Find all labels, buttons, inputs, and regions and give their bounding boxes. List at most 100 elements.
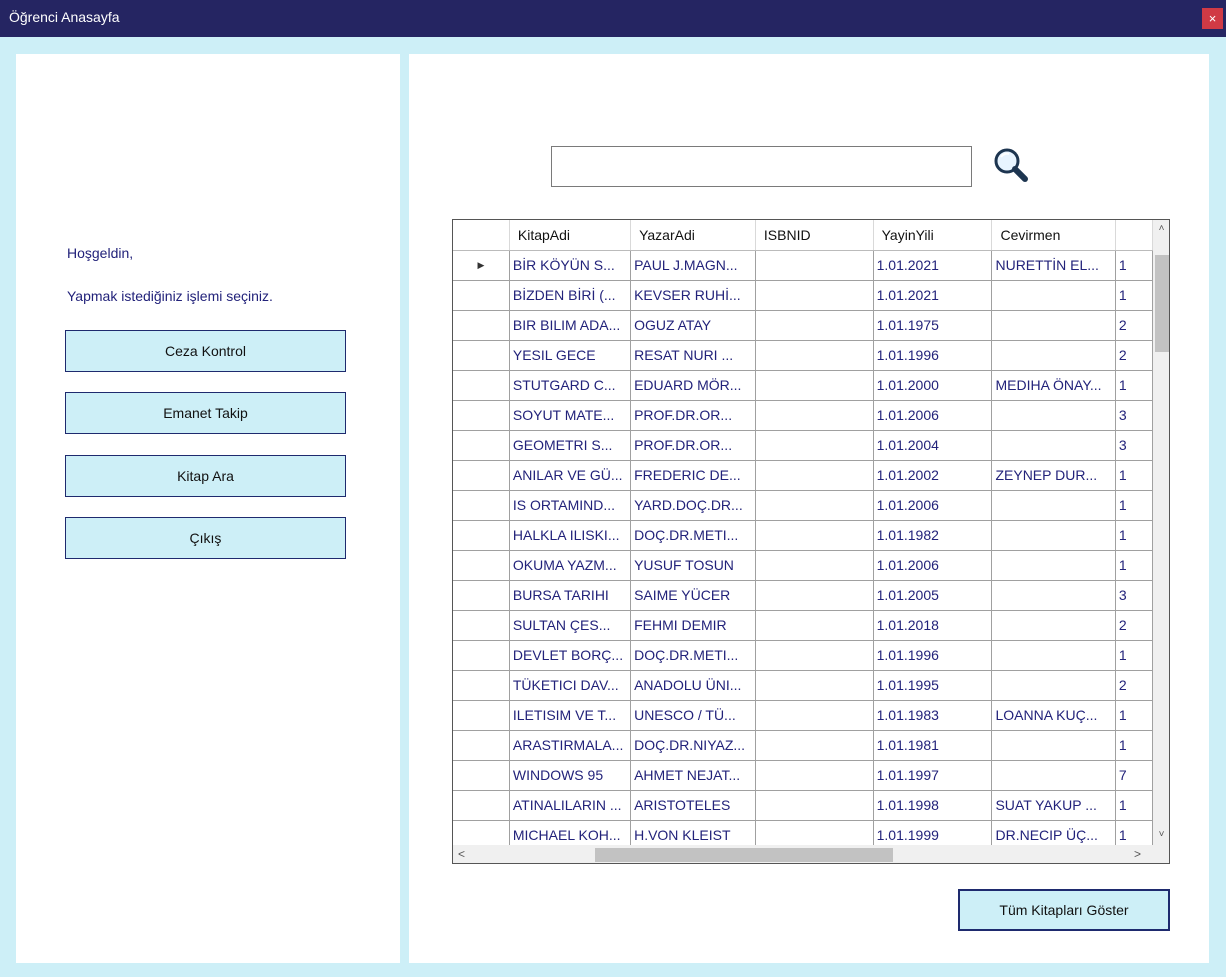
table-row[interactable]: BİZDEN BİRİ (... KEVSER RUHİ... 1.01.2021 1: [453, 280, 1153, 311]
books-grid[interactable]: KitapAdi YazarAdi ISBNID YayinYili Cevir…: [452, 219, 1170, 864]
table-cell[interactable]: DR.NECIP ÜÇ...: [991, 820, 1116, 845]
table-cell[interactable]: [755, 520, 874, 551]
table-row[interactable]: ATINALILARIN ... ARISTOTELES 1.01.1998 SUAT…: [453, 790, 1153, 821]
table-cell[interactable]: GEOMETRI S...: [509, 430, 632, 461]
table-cell[interactable]: [991, 580, 1116, 611]
table-cell[interactable]: 1.01.2002: [873, 460, 993, 491]
table-cell[interactable]: [991, 610, 1116, 641]
table-cell[interactable]: STUTGARD C...: [509, 370, 632, 401]
table-cell[interactable]: OGUZ ATAY: [630, 310, 756, 341]
table-cell[interactable]: UNESCO / TÜ...: [630, 700, 756, 731]
table-cell[interactable]: 1.01.2021: [873, 250, 993, 281]
table-cell[interactable]: [991, 310, 1116, 341]
row-header[interactable]: [453, 340, 510, 371]
row-header[interactable]: ▶: [453, 250, 510, 281]
table-cell[interactable]: [755, 340, 874, 371]
table-row[interactable]: SOYUT MATE... PROF.DR.OR... 1.01.2006 3: [453, 400, 1153, 431]
table-cell[interactable]: [755, 250, 874, 281]
table-cell[interactable]: 1: [1115, 790, 1153, 821]
table-cell[interactable]: WINDOWS 95: [509, 760, 632, 791]
table-cell[interactable]: DOÇ.DR.NIYAZ...: [630, 730, 756, 761]
table-cell[interactable]: [755, 640, 874, 671]
table-cell[interactable]: ILETISIM VE T...: [509, 700, 632, 731]
table-cell[interactable]: 1.01.1981: [873, 730, 993, 761]
table-cell[interactable]: 1.01.2006: [873, 490, 993, 521]
table-cell[interactable]: SUAT YAKUP ...: [991, 790, 1116, 821]
table-row[interactable]: WINDOWS 95 AHMET NEJAT... 1.01.1997 7: [453, 760, 1153, 791]
horizontal-scrollbar[interactable]: < >: [453, 845, 1153, 863]
table-cell[interactable]: [755, 550, 874, 581]
row-header[interactable]: [453, 280, 510, 311]
row-header[interactable]: [453, 370, 510, 401]
table-cell[interactable]: [755, 820, 874, 845]
table-row[interactable]: STUTGARD C... EDUARD MÖR... 1.01.2000 MEDIH…: [453, 370, 1153, 401]
table-cell[interactable]: BIR BILIM ADA...: [509, 310, 632, 341]
table-cell[interactable]: 1.01.1996: [873, 640, 993, 671]
row-header[interactable]: [453, 550, 510, 581]
table-cell[interactable]: 2: [1115, 310, 1153, 341]
scroll-right-arrow-icon[interactable]: >: [1129, 845, 1146, 863]
row-header[interactable]: [453, 460, 510, 491]
table-cell[interactable]: 2: [1115, 610, 1153, 641]
table-cell[interactable]: OKUMA YAZM...: [509, 550, 632, 581]
table-cell[interactable]: 1.01.2018: [873, 610, 993, 641]
table-cell[interactable]: [991, 550, 1116, 581]
show-all-books-button[interactable]: Tüm Kitapları Göster: [958, 889, 1170, 931]
table-cell[interactable]: YESIL GECE: [509, 340, 632, 371]
table-cell[interactable]: BİR KÖYÜN S...: [509, 250, 632, 281]
row-header[interactable]: [453, 730, 510, 761]
column-header[interactable]: ISBNID: [755, 220, 874, 251]
table-cell[interactable]: SULTAN ÇES...: [509, 610, 632, 641]
row-header[interactable]: [453, 580, 510, 611]
row-header[interactable]: [453, 610, 510, 641]
column-header[interactable]: YazarAdi: [630, 220, 756, 251]
search-icon[interactable]: [991, 146, 1031, 186]
table-cell[interactable]: 1.01.1983: [873, 700, 993, 731]
close-button[interactable]: ×: [1202, 8, 1223, 29]
table-cell[interactable]: [755, 730, 874, 761]
table-row[interactable]: ILETISIM VE T... UNESCO / TÜ... 1.01.1983 L…: [453, 700, 1153, 731]
table-cell[interactable]: BURSA TARIHI: [509, 580, 632, 611]
table-cell[interactable]: RESAT NURI ...: [630, 340, 756, 371]
table-cell[interactable]: FEHMI DEMIR: [630, 610, 756, 641]
vertical-scrollbar[interactable]: ˄ ˅: [1153, 220, 1169, 845]
table-cell[interactable]: [755, 610, 874, 641]
table-cell[interactable]: 1.01.2006: [873, 400, 993, 431]
table-cell[interactable]: AHMET NEJAT...: [630, 760, 756, 791]
table-cell[interactable]: 1.01.1998: [873, 790, 993, 821]
table-cell[interactable]: [755, 700, 874, 731]
cikis-button[interactable]: Çıkış: [65, 517, 346, 559]
table-cell[interactable]: [755, 370, 874, 401]
row-header[interactable]: [453, 490, 510, 521]
table-cell[interactable]: 1: [1115, 550, 1153, 581]
table-cell[interactable]: MICHAEL KOH...: [509, 820, 632, 845]
table-cell[interactable]: ZEYNEP DUR...: [991, 460, 1116, 491]
table-cell[interactable]: 1: [1115, 700, 1153, 731]
table-cell[interactable]: [755, 400, 874, 431]
table-cell[interactable]: 3: [1115, 430, 1153, 461]
table-cell[interactable]: NURETTİN EL...: [991, 250, 1116, 281]
column-header[interactable]: KitapAdi: [509, 220, 632, 251]
table-cell[interactable]: 2: [1115, 670, 1153, 701]
table-cell[interactable]: DOÇ.DR.METI...: [630, 640, 756, 671]
row-header[interactable]: [453, 670, 510, 701]
table-cell[interactable]: [991, 400, 1116, 431]
table-cell[interactable]: 1: [1115, 370, 1153, 401]
table-cell[interactable]: MEDIHA ÖNAY...: [991, 370, 1116, 401]
table-cell[interactable]: 1.01.2000: [873, 370, 993, 401]
table-row[interactable]: SULTAN ÇES... FEHMI DEMIR 1.01.2018 2: [453, 610, 1153, 641]
table-cell[interactable]: 1: [1115, 730, 1153, 761]
table-cell[interactable]: DEVLET BORÇ...: [509, 640, 632, 671]
table-cell[interactable]: ANILAR VE GÜ...: [509, 460, 632, 491]
table-cell[interactable]: EDUARD MÖR...: [630, 370, 756, 401]
table-cell[interactable]: SAIME YÜCER: [630, 580, 756, 611]
horizontal-scroll-thumb[interactable]: [595, 848, 893, 862]
table-cell[interactable]: 1: [1115, 490, 1153, 521]
table-cell[interactable]: ARASTIRMALA...: [509, 730, 632, 761]
table-cell[interactable]: [991, 640, 1116, 671]
row-header[interactable]: [453, 400, 510, 431]
table-cell[interactable]: DOÇ.DR.METI...: [630, 520, 756, 551]
table-cell[interactable]: YARD.DOÇ.DR...: [630, 490, 756, 521]
row-header[interactable]: [453, 820, 510, 845]
table-cell[interactable]: 3: [1115, 580, 1153, 611]
